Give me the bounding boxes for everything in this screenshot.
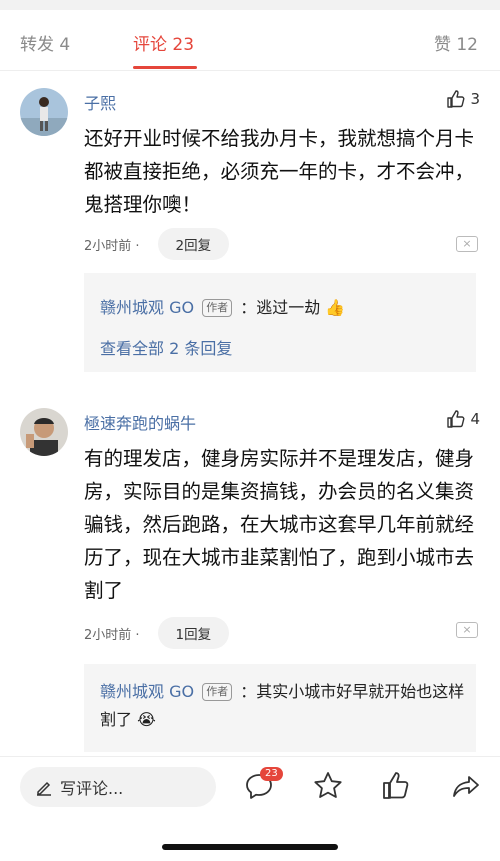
comment-username[interactable]: 子熙 bbox=[84, 90, 116, 114]
share-arrow-icon[interactable] bbox=[449, 769, 483, 803]
thumbs-up-icon bbox=[447, 90, 465, 108]
avatar-photo-icon bbox=[20, 408, 68, 456]
tab-comments[interactable]: 评论 23 bbox=[133, 30, 194, 55]
thumbs-up-icon[interactable] bbox=[380, 769, 414, 803]
view-all-replies-link[interactable]: 查看全部 2 条回复 bbox=[100, 335, 232, 359]
write-comment-placeholder: 写评论... bbox=[60, 779, 124, 798]
reply-author[interactable]: 赣州城观 GO bbox=[100, 682, 194, 701]
reply-text: ：逃过一劫 👍 bbox=[240, 298, 346, 317]
comment-username[interactable]: 極速奔跑的蜗牛 bbox=[84, 410, 196, 434]
reply-author[interactable]: 赣州城观 GO bbox=[100, 298, 194, 317]
home-indicator bbox=[162, 844, 338, 850]
author-tag: 作者 bbox=[202, 299, 233, 317]
avatar[interactable] bbox=[20, 88, 68, 136]
reply-count-button[interactable]: 1回复 bbox=[157, 617, 230, 649]
tab-repost[interactable]: 转发 4 bbox=[20, 30, 70, 55]
reply-box: 赣州城观 GO 作者 ：逃过一劫 👍 查看全部 2 条回复 bbox=[84, 273, 476, 372]
avatar[interactable] bbox=[20, 408, 68, 456]
write-comment-input[interactable]: 写评论... bbox=[20, 767, 216, 807]
reply-line: 赣州城观 GO 作者 ：其实小城市好早就开始也这样割了 😭 bbox=[100, 678, 470, 734]
comment-time: 2小时前 · bbox=[84, 627, 140, 643]
close-icon[interactable]: × bbox=[456, 622, 478, 638]
tab-bar: 转发 4 评论 23 赞 12 bbox=[0, 10, 500, 71]
comment-meta: 2小时前 · 1回复 bbox=[84, 617, 230, 649]
avatar-photo-icon bbox=[20, 88, 68, 136]
star-icon[interactable] bbox=[311, 769, 345, 803]
active-tab-indicator bbox=[133, 66, 197, 69]
comment-time: 2小时前 · bbox=[84, 238, 140, 254]
reply-count-button[interactable]: 2回复 bbox=[157, 228, 230, 260]
like-button[interactable]: 4 bbox=[446, 409, 480, 429]
like-count: 4 bbox=[470, 410, 480, 428]
reply-box: 赣州城观 GO 作者 ：其实小城市好早就开始也这样割了 😭 bbox=[84, 664, 476, 752]
like-count: 3 bbox=[470, 90, 480, 108]
close-icon[interactable]: × bbox=[456, 236, 478, 252]
comment-text: 还好开业时候不给我办月卡，我就想搞个月卡都被直接拒绝，必须充一年的卡，才不会冲，… bbox=[84, 127, 475, 216]
author-tag: 作者 bbox=[202, 683, 233, 701]
like-button[interactable]: 3 bbox=[446, 89, 480, 109]
comment-text: 有的理发店，健身房实际并不是理发店，健身房，实际目的是集资搞钱，办会员的名义集资… bbox=[84, 447, 475, 602]
comment-meta: 2小时前 · 2回复 bbox=[84, 228, 230, 260]
reply-line: 赣州城观 GO 作者 ：逃过一劫 👍 bbox=[100, 294, 470, 322]
comment-count-badge: 23 bbox=[260, 767, 283, 781]
thumbs-up-icon bbox=[447, 410, 465, 428]
tab-likes[interactable]: 赞 12 bbox=[434, 30, 478, 55]
pencil-icon bbox=[37, 781, 51, 796]
top-strip bbox=[0, 0, 500, 10]
